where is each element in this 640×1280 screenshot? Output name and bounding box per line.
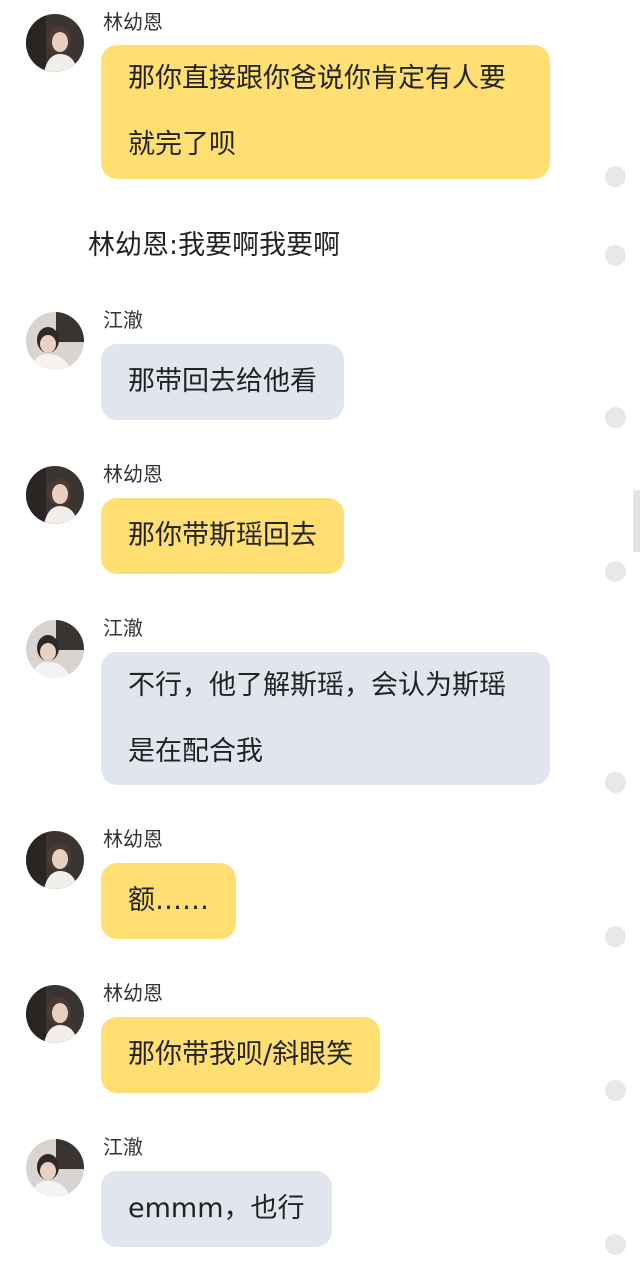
message-status-dot: [605, 926, 626, 947]
message-status-dot: [605, 1234, 626, 1255]
message-status-dot: [605, 245, 626, 266]
message-status-dot: [605, 561, 626, 582]
message-bubble[interactable]: 那你带我呗/斜眼笑: [101, 1017, 381, 1093]
avatar-jiang[interactable]: [26, 1139, 84, 1197]
avatar-lin-icon: [26, 14, 84, 72]
avatar-jiang-icon: [26, 1139, 84, 1197]
avatar-jiang[interactable]: [26, 620, 84, 678]
avatar-jiang-icon: [26, 620, 84, 678]
sender-name: 江澈: [103, 616, 143, 640]
sender-name: 江澈: [103, 308, 143, 332]
avatar-lin[interactable]: [26, 985, 84, 1043]
narration-text: 林幼恩:我要啊我要啊: [88, 230, 341, 261]
avatar-jiang[interactable]: [26, 312, 84, 370]
message-status-dot: [605, 772, 626, 793]
message-status-dot: [605, 1080, 626, 1101]
avatar-jiang-icon: [26, 312, 84, 370]
sender-name: 林幼恩: [103, 827, 163, 851]
avatar-lin[interactable]: [26, 831, 84, 889]
scrollbar-handle[interactable]: [633, 490, 640, 552]
message-bubble[interactable]: 那你直接跟你爸说你肯定有人要就完了呗: [101, 45, 550, 179]
avatar-lin-icon: [26, 466, 84, 524]
avatar-lin[interactable]: [26, 14, 84, 72]
message-status-dot: [605, 166, 626, 187]
message-bubble[interactable]: emmm，也行: [101, 1171, 332, 1247]
message-bubble[interactable]: 那带回去给他看: [101, 344, 344, 420]
avatar-lin-icon: [26, 831, 84, 889]
sender-name: 林幼恩: [103, 981, 163, 1005]
message-status-dot: [605, 407, 626, 428]
message-bubble[interactable]: 额……: [101, 863, 236, 939]
message-bubble[interactable]: 那你带斯瑶回去: [101, 498, 344, 574]
sender-name: 林幼恩: [103, 462, 163, 486]
sender-name: 林幼恩: [103, 10, 163, 34]
message-bubble[interactable]: 不行，他了解斯瑶，会认为斯瑶是在配合我: [101, 652, 550, 785]
sender-name: 江澈: [103, 1135, 143, 1159]
avatar-lin[interactable]: [26, 466, 84, 524]
avatar-lin-icon: [26, 985, 84, 1043]
